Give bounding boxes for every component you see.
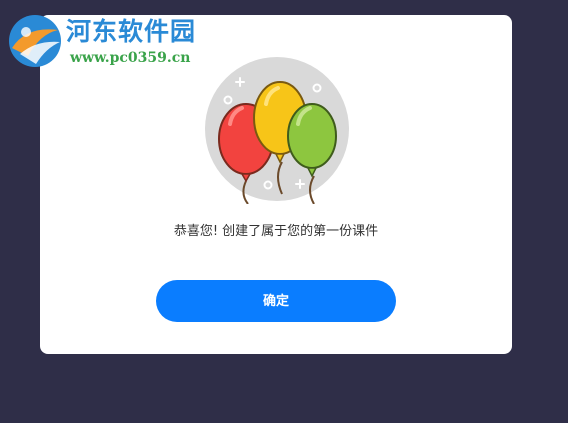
site-logo-icon <box>9 15 61 67</box>
watermark-url: www.pc0359.cn <box>70 50 191 66</box>
confirm-button[interactable]: 确定 <box>156 280 396 322</box>
watermark: 河东软件园 www.pc0359.cn <box>4 6 234 76</box>
watermark-title: 河东软件园 <box>66 17 197 46</box>
success-message: 恭喜您! 创建了属于您的第一份课件 <box>173 224 379 239</box>
balloons-icon <box>205 57 349 204</box>
